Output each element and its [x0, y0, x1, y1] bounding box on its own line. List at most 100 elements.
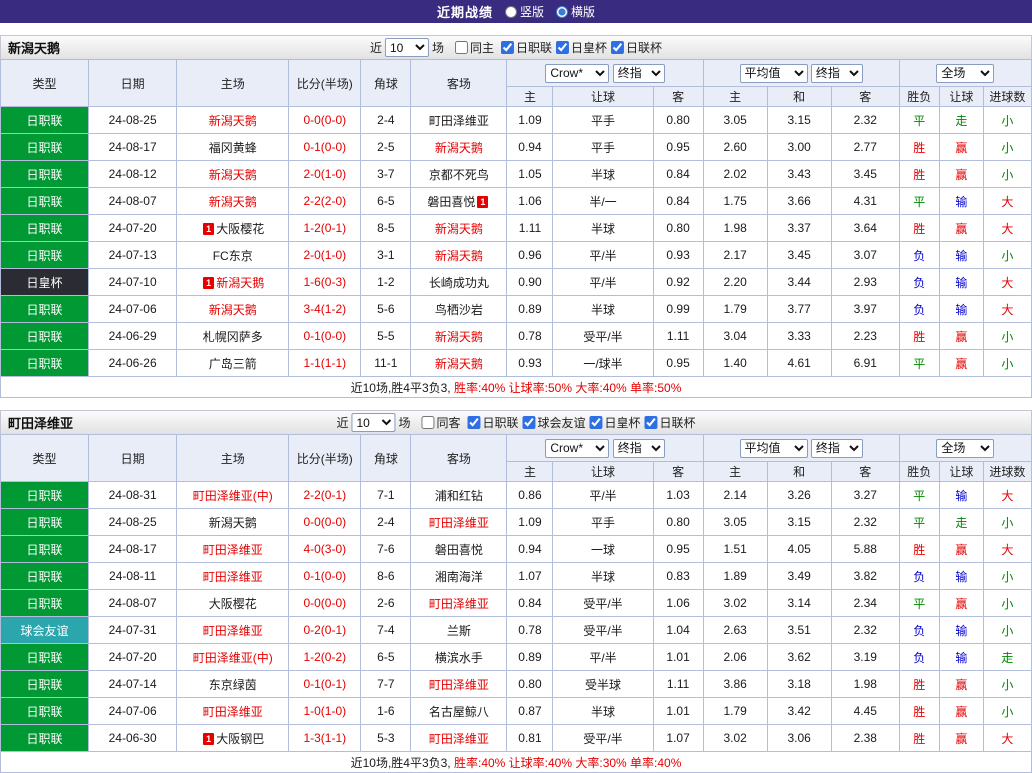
home-odds-cell: 0.78 [506, 616, 554, 644]
league-filter[interactable]: 球会友谊 [522, 414, 586, 431]
team-section-home: 新潟天鹅 近 10 场 同主 日职联 日皇杯 日联杯 类型 日期 主场 比分(半场) [0, 35, 1032, 398]
summary-record: 近10场,胜4平3负3, [350, 755, 451, 770]
league-filter[interactable]: 日皇杯 [556, 39, 607, 56]
avg-draw-cell: 3.43 [766, 160, 832, 188]
avg-home-cell: 1.51 [702, 535, 768, 563]
avg-away-cell: 2.34 [830, 589, 900, 617]
league-checkbox[interactable] [611, 40, 625, 54]
league-type-cell: 日职联 [0, 187, 90, 215]
match-count-select[interactable]: 10 [351, 413, 396, 432]
away-team-cell: 町田泽维亚 [410, 508, 508, 536]
layout-option-horizontal[interactable]: 横版 [556, 3, 595, 20]
handicap-result-cell: 赢 [938, 670, 984, 698]
avg-away-cell: 1.98 [830, 670, 900, 698]
handicap-cell: 平手 [552, 508, 654, 536]
match-row: 日皇杯 24-07-10 1 新潟天鹅 1-6(0-3) 1-2 长崎成功丸 0.90 平/半 0… [0, 268, 1032, 296]
away-odds-cell: 0.92 [652, 268, 704, 296]
handicap-cell: 受平/半 [552, 589, 654, 617]
handicap-cell: 平/半 [552, 643, 654, 671]
league-checkbox[interactable] [644, 415, 658, 429]
result-cell: 平 [898, 349, 940, 377]
odds-company-select[interactable]: Crow* [545, 63, 610, 83]
league-type-cell: 日职联 [0, 214, 90, 242]
layout-option-vertical[interactable]: 竖版 [504, 3, 544, 20]
handicap-cell: 半球 [552, 214, 654, 242]
avg-odds-select[interactable]: 平均值 [739, 63, 808, 83]
league-filter[interactable]: 日联杯 [644, 414, 696, 431]
league-type-cell: 日职联 [0, 562, 90, 590]
league-checkbox[interactable] [556, 40, 570, 54]
vertical-radio[interactable] [504, 5, 517, 18]
away-team-cell: 新潟天鹅 [410, 214, 508, 242]
col-handicap-result: 让球 [938, 86, 984, 107]
summary-cell: 近10场,胜4平3负3, 胜率:40% 让球率:40% 大率:30% 单率:40… [0, 751, 1032, 773]
avg-home-cell: 2.20 [702, 268, 768, 296]
away-odds-cell: 0.84 [652, 160, 704, 188]
avg-time-select[interactable]: 终指 [810, 438, 863, 458]
league-type-cell: 日职联 [0, 160, 90, 188]
home-odds-cell: 0.94 [506, 535, 554, 563]
corner-cell: 7-1 [360, 481, 412, 509]
avg-draw-cell: 3.51 [766, 616, 832, 644]
score-cell: 1-3(1-1) [288, 724, 362, 752]
league-type-cell: 日职联 [0, 589, 90, 617]
league-filters: 日职联 日皇杯 日联杯 [497, 39, 662, 57]
same-venue-checkbox[interactable] [421, 416, 435, 429]
league-checkbox[interactable] [522, 415, 536, 429]
league-filter[interactable]: 日职联 [467, 414, 519, 431]
avg-draw-cell: 3.15 [766, 106, 832, 134]
home-team-cell: 町田泽维亚 [176, 697, 290, 725]
team-label: 广岛三箭 [208, 356, 257, 371]
league-filter[interactable]: 日皇杯 [589, 414, 641, 431]
away-team-cell: 横滨水手 [410, 643, 508, 671]
team-label: 札幌冈萨多 [202, 329, 263, 344]
table-header-row-selects: 类型 日期 主场 比分(半场) 角球 客场 Crow* 终指 平均值 终指 全场 [0, 59, 1032, 107]
team-label: 东京绿茵 [208, 677, 257, 692]
odds-company-select[interactable]: Crow* [545, 438, 610, 458]
avg-home-cell: 1.79 [702, 295, 768, 323]
league-filter-label: 日职联 [516, 40, 553, 55]
corner-cell: 7-4 [360, 616, 412, 644]
handicap-result-cell: 输 [938, 187, 984, 215]
match-row: 球会友谊 24-07-31 町田泽维亚 0-2(0-1) 7-4 兰斯 0.78 受平/半 1.… [0, 616, 1032, 644]
league-checkbox[interactable] [589, 415, 603, 429]
away-team-cell: 新潟天鹅 [410, 133, 508, 161]
league-type-cell: 日职联 [0, 508, 90, 536]
away-team-cell: 名古屋鲸八 [410, 697, 508, 725]
odds-time-select[interactable]: 终指 [612, 438, 665, 458]
same-venue-filter[interactable]: 同客 [421, 414, 460, 431]
match-count-select[interactable]: 10 [384, 38, 429, 57]
red-card-badge: 1 [203, 276, 215, 289]
team-label: FC东京 [212, 248, 253, 263]
goals-result-cell: 小 [982, 589, 1032, 617]
col-goals: 进球数 [982, 86, 1032, 107]
date-cell: 24-08-11 [88, 562, 178, 590]
away-odds-cell: 0.93 [652, 241, 704, 269]
corner-cell: 5-3 [360, 724, 412, 752]
away-team-cell: 町田泽维亚 [410, 724, 508, 752]
away-odds-cell: 0.84 [652, 187, 704, 215]
league-checkbox[interactable] [501, 40, 514, 54]
home-odds-cell: 1.06 [506, 187, 554, 215]
avg-time-select[interactable]: 终指 [810, 63, 863, 83]
home-team-cell: 1 大阪樱花 [176, 214, 290, 242]
same-venue-checkbox[interactable] [454, 41, 468, 54]
avg-odds-select[interactable]: 平均值 [739, 438, 808, 458]
league-type-cell: 球会友谊 [0, 616, 90, 644]
team-label: 新潟天鹅 [434, 356, 483, 371]
col-avg-draw: 和 [766, 461, 832, 482]
scope-select[interactable]: 全场 [936, 438, 995, 458]
league-filter[interactable]: 日联杯 [611, 39, 662, 56]
same-venue-filter[interactable]: 同主 [454, 39, 494, 56]
home-odds-cell: 1.09 [506, 508, 554, 536]
odds-time-select[interactable]: 终指 [612, 63, 665, 83]
league-checkbox[interactable] [467, 415, 481, 429]
scope-select[interactable]: 全场 [936, 63, 995, 83]
avg-draw-cell: 3.14 [766, 589, 832, 617]
summary-row: 近10场,胜4平3负3, 胜率:40% 让球率:40% 大率:30% 单率:40… [0, 751, 1032, 773]
horizontal-radio[interactable] [556, 5, 568, 18]
league-filter[interactable]: 日职联 [501, 39, 552, 56]
recent-results-table: 类型 日期 主场 比分(半场) 角球 客场 Crow* 终指 平均值 终指 全场 [0, 434, 1032, 773]
col-odds-handicap: 让球 [552, 461, 654, 482]
away-team-cell: 鸟栖沙岩 [410, 295, 508, 323]
